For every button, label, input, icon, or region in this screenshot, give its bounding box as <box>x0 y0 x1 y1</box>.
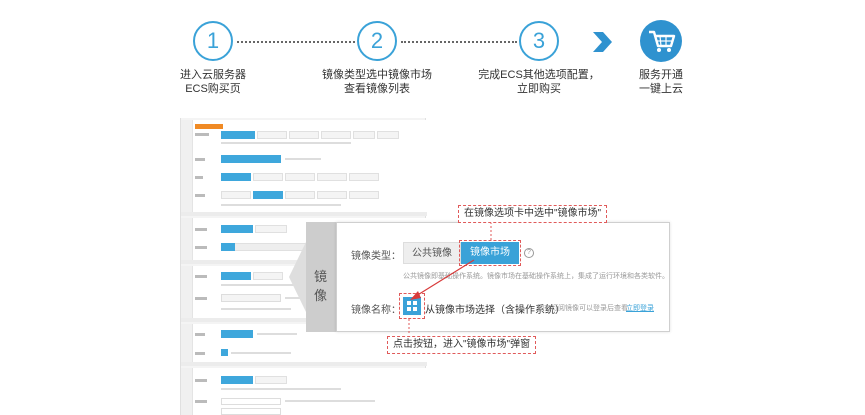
callout-side-tab: 镜像 <box>306 222 338 332</box>
form-label <box>195 275 207 278</box>
button-highlight-frame <box>399 293 425 319</box>
image-name-label: 镜像名称： <box>351 305 401 316</box>
step-dots <box>237 41 355 43</box>
form-hint <box>285 400 375 402</box>
form-hint <box>221 142 351 144</box>
form-hint <box>257 333 297 335</box>
form-label <box>195 379 207 382</box>
step-2-line2: 查看镜像列表 <box>344 83 410 95</box>
form-option <box>253 191 283 199</box>
tab-public-image[interactable]: 公共镜像 <box>403 242 461 264</box>
image-type-description: 公共镜像即基础操作系统。镜像市场在基础操作系统上，集成了运行环境和各类软件。 <box>403 273 669 280</box>
form-option <box>257 131 287 139</box>
form-label <box>195 176 203 179</box>
callout-side-label: 镜像 <box>314 269 328 303</box>
step-1-line1: 进入云服务器 <box>180 69 246 81</box>
step-4-line2: 一键上云 <box>639 83 683 95</box>
form-label <box>195 246 207 249</box>
step-4-label: 服务开通 一键上云 <box>611 68 711 96</box>
form-option <box>221 272 251 280</box>
form-option <box>221 173 251 181</box>
form-label <box>195 352 205 355</box>
chevron-right-icon <box>593 32 612 52</box>
step-1-label: 进入云服务器 ECS购买页 <box>138 68 288 96</box>
form-slider-fill <box>221 243 235 251</box>
form-hint <box>221 204 341 206</box>
form-option <box>221 225 253 233</box>
form-option <box>353 131 375 139</box>
step-3-label: 完成ECS其他选项配置， 立即购买 <box>464 68 614 96</box>
form-option <box>317 191 347 199</box>
form-label <box>195 333 205 336</box>
form-add-icon <box>221 349 228 356</box>
form-section-side <box>181 120 193 212</box>
form-option <box>221 191 251 199</box>
form-option <box>285 191 315 199</box>
annotation-click-button: 点击按钮，进入"镜像市场"弹窗 <box>387 336 537 354</box>
form-option <box>255 225 287 233</box>
step-3-circle: 3 <box>519 21 559 61</box>
form-hint <box>221 388 341 390</box>
step-2-line1: 镜像类型选中镜像市场 <box>322 69 432 81</box>
form-input <box>221 398 281 405</box>
form-option <box>317 173 347 181</box>
form-option <box>221 376 253 384</box>
image-type-label: 镜像类型： <box>351 251 401 262</box>
step-1-circle: 1 <box>193 21 233 61</box>
form-section-side <box>181 218 193 260</box>
help-icon[interactable]: ? <box>524 248 534 258</box>
form-badge <box>195 124 223 129</box>
form-option <box>321 131 351 139</box>
step-3-line1: 完成ECS其他选项配置， <box>478 69 600 81</box>
shopping-cart-icon <box>640 20 682 62</box>
form-section-security <box>181 368 427 415</box>
form-option <box>285 173 315 181</box>
form-option <box>377 131 399 139</box>
login-link[interactable]: 立即登录 <box>626 303 654 313</box>
form-label <box>195 228 207 231</box>
form-label <box>195 158 205 161</box>
form-option <box>253 173 283 181</box>
image-section-callout: 镜像 镜像类型： 公共镜像 镜像市场 ? 公共镜像即基础操作系统。镜像市场在基础… <box>289 222 670 332</box>
form-option <box>349 173 379 181</box>
callout-panel: 镜像类型： 公共镜像 镜像市场 ? 公共镜像即基础操作系统。镜像市场在基础操作系… <box>336 222 670 332</box>
form-hint <box>231 352 291 354</box>
annotation-select-marketplace-tab: 在镜像选项卡中选中"镜像市场" <box>458 205 608 223</box>
step-2-circle: 2 <box>357 21 397 61</box>
form-section-side <box>181 266 193 318</box>
form-option <box>349 191 379 199</box>
step-3-line2: 立即购买 <box>517 83 561 95</box>
form-label <box>195 400 207 403</box>
form-option <box>255 376 287 384</box>
form-label <box>195 297 207 300</box>
tab-highlight-frame <box>459 240 521 266</box>
form-select <box>221 155 281 163</box>
form-option <box>253 272 283 280</box>
step-2-label: 镜像类型选中镜像市场 查看镜像列表 <box>302 68 452 96</box>
form-section-side <box>181 324 193 362</box>
step-1-line2: ECS购买页 <box>185 83 241 95</box>
login-hint: 如有订阅镜像可以登录后查看 <box>537 305 628 312</box>
form-hint <box>221 308 291 310</box>
form-section-side <box>181 368 193 415</box>
form-option <box>289 131 319 139</box>
form-label <box>195 133 209 136</box>
form-option <box>221 131 255 139</box>
form-label <box>195 194 205 197</box>
form-section-config <box>181 120 427 216</box>
form-select <box>221 294 281 302</box>
form-hint <box>285 158 321 160</box>
step-dots <box>401 41 517 43</box>
form-input <box>221 408 281 415</box>
step-4-line1: 服务开通 <box>639 69 683 81</box>
form-option <box>221 330 253 338</box>
callout-pointer <box>289 242 306 312</box>
